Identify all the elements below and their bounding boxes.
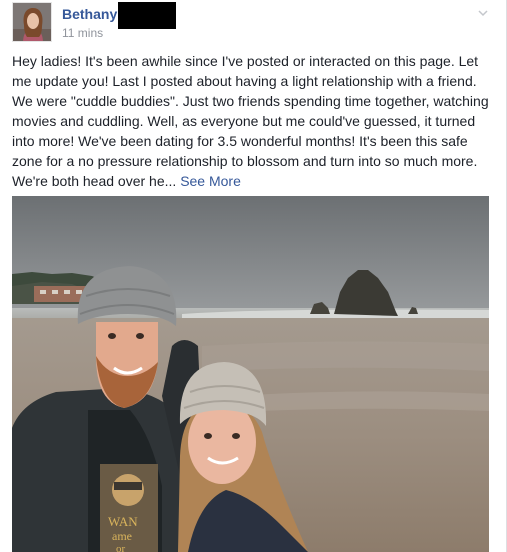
avatar-image [13,3,51,41]
author-avatar[interactable] [12,2,52,42]
post-body: Hey ladies! It's been awhile since I've … [12,51,494,191]
see-more-link[interactable]: See More [180,173,241,189]
author-name[interactable]: Bethany [62,6,117,22]
post-photo[interactable]: WAN ame or [12,196,489,552]
post-card: Bethany 11 mins Hey ladies! It's been aw… [0,0,507,552]
post-header: Bethany 11 mins [12,2,492,44]
chevron-down-icon[interactable] [476,6,490,20]
post-text: Hey ladies! It's been awhile since I've … [12,53,489,189]
redacted-name-block [118,2,176,29]
shirt-text-3: or [116,543,126,552]
beach-selfie-image: WAN ame or [12,196,489,552]
shirt-text-2: ame [112,529,132,543]
shirt-text-1: WAN [108,514,138,529]
post-timestamp[interactable]: 11 mins [62,26,103,40]
